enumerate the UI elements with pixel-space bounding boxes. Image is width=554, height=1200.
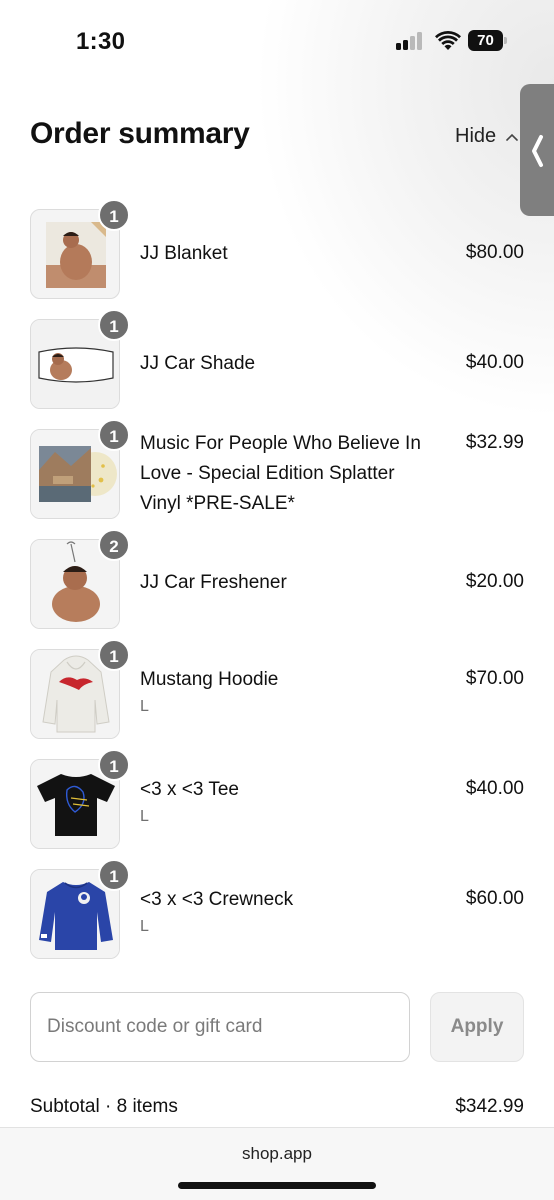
item-name: JJ Car Freshener — [140, 572, 287, 593]
chevron-left-icon — [532, 135, 543, 167]
item-variant: L — [140, 808, 149, 825]
side-panel-handle[interactable] — [520, 84, 554, 216]
item-price: $40.00 — [465, 352, 524, 373]
quantity-badge: 1 — [98, 639, 130, 671]
cellular-signal-icon — [396, 32, 426, 50]
quantity-badge: 1 — [98, 419, 130, 451]
hide-summary-toggle[interactable]: Hide — [455, 125, 518, 148]
item-name: JJ Car Shade — [140, 353, 256, 374]
item-variant: L — [140, 918, 149, 935]
item-price: $80.00 — [465, 242, 524, 263]
quantity-badge: 2 — [98, 529, 130, 561]
quantity-badge: 1 — [98, 199, 130, 231]
item-name: Mustang Hoodie — [140, 669, 279, 690]
battery-icon: 70 — [468, 30, 508, 52]
chevron-up-icon — [506, 133, 518, 141]
item-variant: L — [140, 698, 149, 715]
wifi-icon — [435, 30, 461, 50]
subtotal-value: $342.99 — [455, 1096, 524, 1117]
item-name: <3 x <3 Tee — [140, 779, 239, 800]
quantity-badge: 1 — [98, 749, 130, 781]
apply-discount-button[interactable]: Apply — [430, 992, 524, 1062]
item-name: Music For People Who Believe In Love - S… — [140, 433, 421, 514]
item-name: JJ Blanket — [140, 243, 228, 264]
discount-code-input[interactable]: Discount code or gift card — [30, 992, 410, 1062]
browser-address-bar: shop.app — [0, 1127, 554, 1200]
hide-summary-label: Hide — [455, 125, 497, 147]
home-indicator[interactable] — [178, 1182, 376, 1189]
item-price: $32.99 — [465, 432, 524, 453]
item-name: <3 x <3 Crewneck — [140, 889, 294, 910]
item-price: $40.00 — [465, 778, 524, 799]
quantity-badge: 1 — [98, 309, 130, 341]
status-time: 1:30 — [76, 28, 126, 55]
page-title: Order summary — [30, 117, 250, 150]
item-price: $20.00 — [465, 571, 524, 592]
item-price: $70.00 — [465, 668, 524, 689]
item-price: $60.00 — [465, 888, 524, 909]
battery-level: 70 — [468, 30, 503, 51]
url-label[interactable]: shop.app — [0, 1144, 554, 1164]
quantity-badge: 1 — [98, 859, 130, 891]
subtotal-label: Subtotal · 8 items — [30, 1096, 178, 1117]
status-bar: 1:30 70 — [0, 0, 554, 84]
